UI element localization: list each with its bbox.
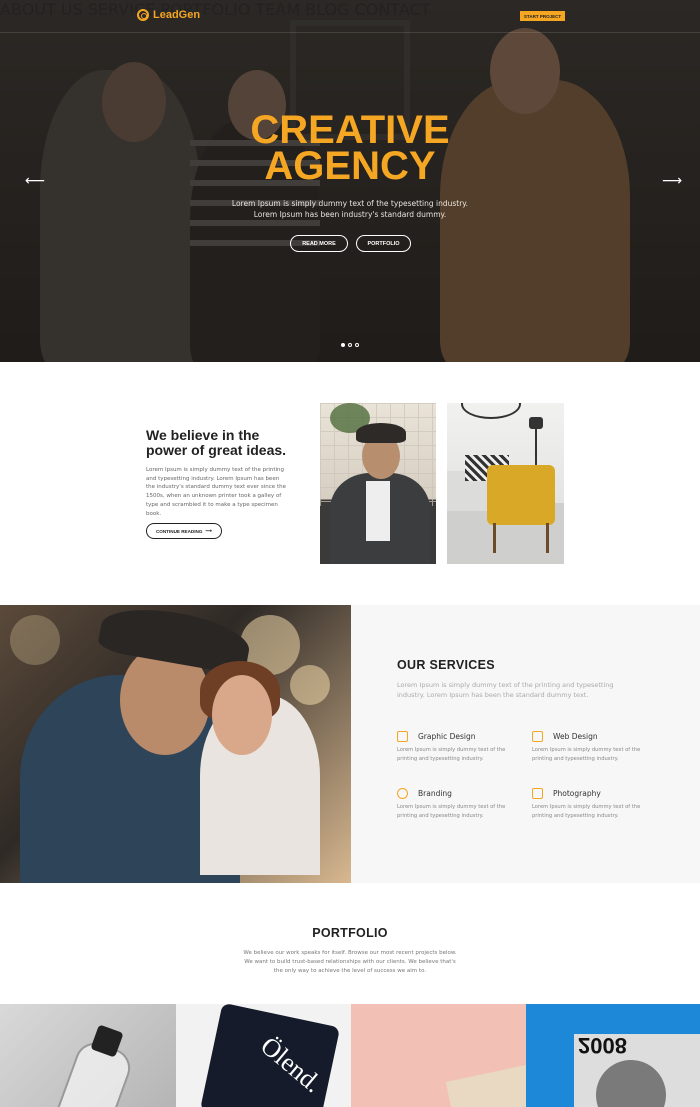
services-title: OUR SERVICES bbox=[397, 658, 495, 672]
monitor-icon bbox=[397, 731, 408, 742]
about-photo-chair bbox=[447, 403, 564, 564]
globe-icon bbox=[397, 788, 408, 799]
about-title-line1: We believe in the bbox=[146, 427, 260, 443]
hero-portfolio-button[interactable]: PORTFOLIO bbox=[356, 235, 411, 252]
start-project-button[interactable]: START PROJECT bbox=[520, 11, 565, 21]
hero-subtitle: Lorem Ipsum is simply dummy text of the … bbox=[0, 198, 700, 220]
services-subtitle: Lorem Ipsum is simply dummy text of the … bbox=[397, 681, 614, 699]
read-more-button[interactable]: READ MORE bbox=[290, 235, 348, 252]
logo-text: LeadGen bbox=[153, 9, 201, 21]
service-desc: Lorem Ipsum is simply dummy text of the … bbox=[532, 804, 641, 819]
logo-icon bbox=[137, 9, 149, 21]
service-name: Graphic Design bbox=[418, 732, 476, 741]
about-title-line2: power of great ideas. bbox=[146, 442, 287, 458]
continue-reading-button[interactable]: CONTINUE READING ⟶ bbox=[146, 523, 222, 539]
hero-subtitle-line2: Lorem Ipsum has been industry's standard… bbox=[253, 210, 447, 219]
nav-blog[interactable]: BLOG bbox=[305, 0, 349, 19]
portfolio-item-bottle[interactable] bbox=[0, 1004, 176, 1107]
slider-dot-2[interactable] bbox=[348, 343, 352, 347]
slider-dot-3[interactable] bbox=[355, 343, 359, 347]
service-desc: Lorem Ipsum is simply dummy text of the … bbox=[532, 747, 641, 762]
services-section bbox=[0, 605, 700, 883]
nav-about-us[interactable]: ABOUT US bbox=[0, 0, 83, 19]
service-name: Web Design bbox=[553, 732, 598, 741]
services-photo bbox=[0, 605, 351, 883]
nav-contact[interactable]: CONTACT bbox=[355, 0, 431, 19]
hero-subtitle-line1: Lorem Ipsum is simply dummy text of the … bbox=[231, 199, 469, 208]
logo[interactable]: LeadGen bbox=[137, 9, 200, 21]
service-desc: Lorem Ipsum is simply dummy text of the … bbox=[397, 804, 506, 819]
pencil-ruler-icon bbox=[532, 731, 543, 742]
hero-title-line2: AGENCY bbox=[264, 144, 436, 188]
about-photo-man bbox=[320, 403, 436, 564]
about-text: Lorem Ipsum is simply dummy text of the … bbox=[146, 467, 286, 517]
service-desc: Lorem Ipsum is simply dummy text of the … bbox=[397, 747, 506, 762]
portfolio-magazine-text: 2008 bbox=[578, 1033, 627, 1058]
camera-icon bbox=[532, 788, 543, 799]
portfolio-item-paper[interactable] bbox=[351, 1004, 526, 1107]
slider-dot-1[interactable] bbox=[341, 343, 345, 347]
slider-dots bbox=[341, 343, 359, 347]
service-name: Photography bbox=[553, 789, 601, 798]
hero-slider: LeadGen ABOUT US SERVICE PORTFOLIO TEAM … bbox=[0, 0, 700, 362]
arrow-right-icon: ⟶ bbox=[205, 528, 213, 533]
site-header: LeadGen ABOUT US SERVICE PORTFOLIO TEAM … bbox=[0, 0, 700, 33]
portfolio-title: PORTFOLIO bbox=[312, 926, 388, 940]
service-name: Branding bbox=[418, 789, 452, 798]
about-title: We believe in the power of great ideas. bbox=[146, 428, 286, 458]
main-nav: ABOUT US SERVICE PORTFOLIO TEAM BLOG CON… bbox=[0, 0, 700, 19]
portfolio-item-tshirt[interactable]: Ölend. bbox=[176, 1004, 351, 1107]
continue-reading-label: CONTINUE READING bbox=[155, 528, 203, 534]
portfolio-item-magazine[interactable]: 2008 bbox=[526, 1004, 700, 1107]
nav-team[interactable]: TEAM bbox=[255, 0, 300, 19]
portfolio-subtitle: We believe our work speaks for itself. B… bbox=[243, 950, 457, 974]
